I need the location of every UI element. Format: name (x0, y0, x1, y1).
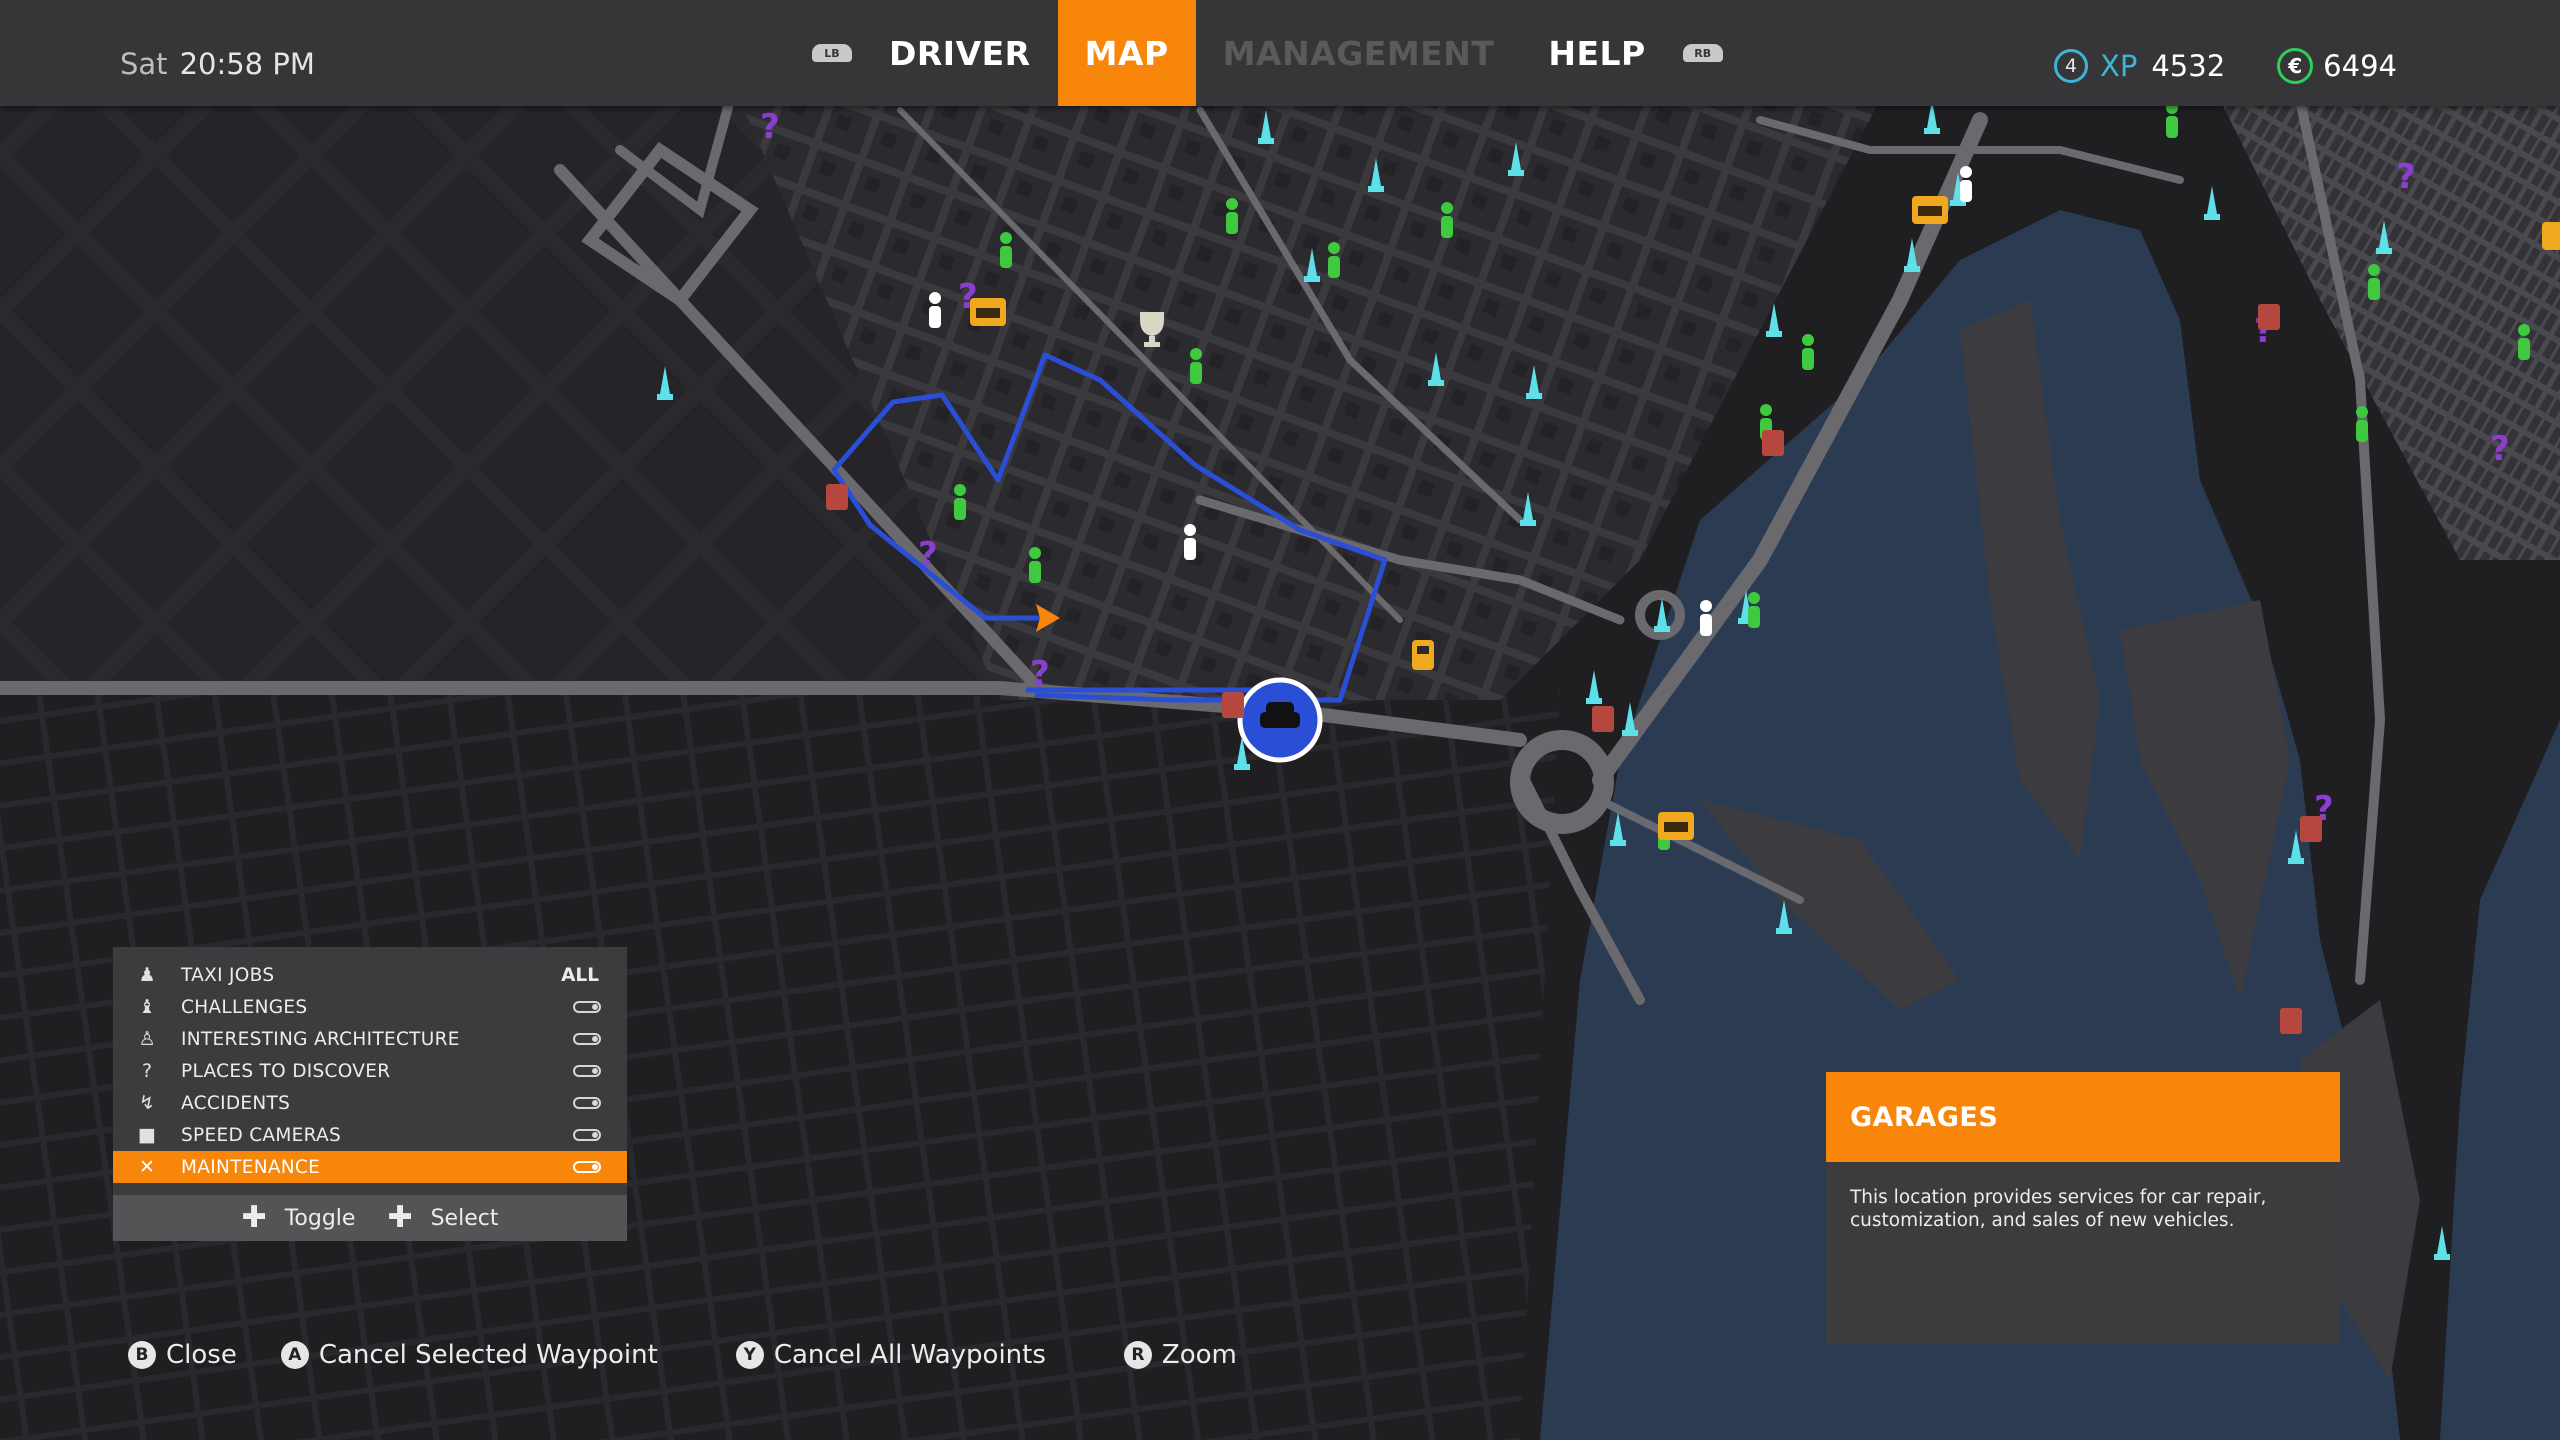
xp-label: XP (2100, 49, 2138, 83)
legend-label: CHALLENGES (181, 996, 308, 1018)
legend-row-speed-cameras[interactable]: ■ SPEED CAMERAS (113, 1119, 627, 1151)
clock-time: 20:58 PM (179, 47, 315, 81)
toggle-hint-label: Toggle (284, 1205, 356, 1231)
legend-label: TAXI JOBS (181, 964, 275, 986)
hint-zoom[interactable]: R Zoom (1123, 1340, 1237, 1370)
y-button-icon: Y (735, 1341, 764, 1369)
svg-text:?: ? (2396, 157, 2416, 197)
button-hints: B Close A Cancel Selected Waypoint Y Can… (128, 1340, 1237, 1370)
tab-map[interactable]: MAP (1057, 0, 1196, 106)
legend-row-taxi-jobs[interactable]: ♟ TAXI JOBS ALL (113, 959, 627, 991)
legend-toggle[interactable] (573, 1129, 601, 1141)
hint-label: Cancel Selected Waypoint (318, 1340, 658, 1370)
legend-toggle[interactable] (573, 1065, 601, 1077)
tab-management[interactable]: MANAGEMENT (1196, 0, 1522, 106)
tab-driver[interactable]: DRIVER (862, 0, 1058, 106)
player-car-marker[interactable] (1237, 677, 1323, 763)
clock-day: Sat (120, 47, 168, 81)
player-stats: 4 XP 4532 € 6494 (2054, 48, 2397, 84)
legend-filter-state: ALL (561, 964, 599, 986)
hint-label: Close (166, 1340, 237, 1370)
info-title: GARAGES (1826, 1072, 2340, 1162)
legend-row-architecture[interactable]: ♙ INTERESTING ARCHITECTURE (113, 1023, 627, 1055)
euro-coin-icon: € (2277, 48, 2314, 84)
select-hint-label: Select (430, 1205, 499, 1231)
person-icon: ♟ (138, 964, 156, 986)
a-button-icon: A (280, 1341, 309, 1369)
location-info-panel: GARAGES This location provides services … (1826, 1072, 2340, 1344)
wrench-icon: ✕ (139, 1156, 155, 1178)
hint-label: Cancel All Waypoints (773, 1340, 1046, 1370)
camera-icon: ■ (138, 1124, 156, 1146)
hint-close[interactable]: B Close (128, 1340, 237, 1370)
legend-toggle[interactable] (573, 1001, 601, 1013)
legend-label: MAINTENANCE (181, 1156, 321, 1178)
right-stick-icon: R (1123, 1341, 1152, 1369)
svg-text:?: ? (760, 107, 780, 147)
hint-cancel-all-waypoints[interactable]: Y Cancel All Waypoints (735, 1340, 1046, 1370)
legend-row-challenges[interactable]: ♝ CHALLENGES (113, 991, 627, 1023)
legend-row-places[interactable]: ? PLACES TO DISCOVER (113, 1055, 627, 1087)
legend-footer: ✚ Toggle ✚ Select (113, 1195, 627, 1241)
legend-toggle[interactable] (573, 1033, 601, 1045)
b-button-icon: B (128, 1341, 156, 1369)
game-clock: Sat 20:58 PM (120, 47, 315, 81)
dpad-icon: ✚ (241, 1200, 267, 1235)
map-legend: ♟ TAXI JOBS ALL ♝ CHALLENGES ♙ INTERESTI… (113, 947, 627, 1241)
dpad-icon: ✚ (387, 1200, 413, 1235)
level-badge: 4 (2054, 49, 2088, 83)
nav-tabs: LB DRIVER MAP MANAGEMENT HELP RB (812, 0, 1723, 106)
svg-text:?: ? (2490, 429, 2510, 469)
top-bar: Sat 20:58 PM LB DRIVER MAP MANAGEMENT HEL… (0, 0, 2560, 106)
legend-row-maintenance[interactable]: ✕ MAINTENANCE (113, 1151, 627, 1183)
xp-value: 4532 (2151, 49, 2226, 83)
rb-bumper-icon[interactable]: RB (1682, 44, 1723, 62)
legend-label: INTERESTING ARCHITECTURE (181, 1028, 460, 1050)
fuel-station-marker[interactable] (1412, 640, 1434, 670)
question-icon: ? (141, 1060, 153, 1082)
legend-toggle[interactable] (573, 1161, 601, 1173)
hint-label: Zoom (1161, 1340, 1237, 1370)
legend-label: PLACES TO DISCOVER (181, 1060, 391, 1082)
hint-cancel-selected-waypoint[interactable]: A Cancel Selected Waypoint (280, 1340, 658, 1370)
legend-row-accidents[interactable]: ↯ ACCIDENTS (113, 1087, 627, 1119)
svg-text:?: ? (1030, 654, 1050, 694)
trophy-icon: ♝ (138, 996, 156, 1018)
tab-help[interactable]: HELP (1521, 0, 1672, 106)
info-description: This location provides services for car … (1850, 1187, 2267, 1231)
monument-icon: ♙ (138, 1028, 156, 1050)
legend-label: SPEED CAMERAS (181, 1124, 342, 1146)
lb-bumper-icon[interactable]: LB (812, 44, 852, 62)
svg-text:?: ? (918, 535, 938, 575)
accident-icon: ↯ (139, 1092, 155, 1114)
money-value: 6494 (2323, 49, 2397, 83)
legend-label: ACCIDENTS (181, 1092, 291, 1114)
legend-toggle[interactable] (573, 1097, 601, 1109)
